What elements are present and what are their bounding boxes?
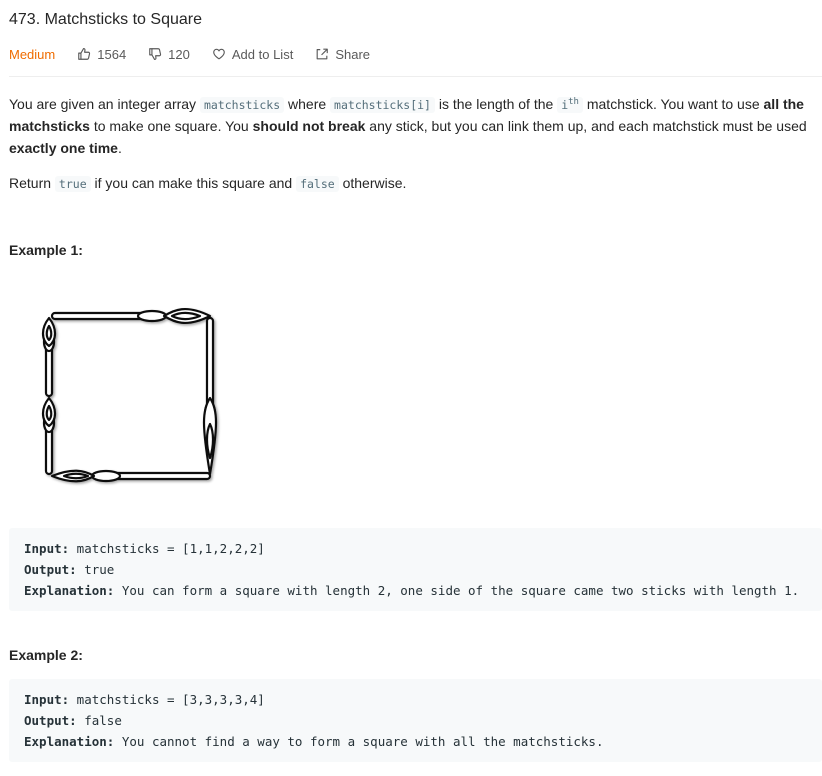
header-divider	[9, 76, 822, 77]
thumbs-down-icon	[149, 48, 162, 60]
dislike-count: 120	[168, 46, 190, 62]
description-paragraph-1: You are given an integer array matchstic…	[9, 95, 807, 156]
example-2-code-block: Input: matchsticks = [3,3,3,3,4] Output:…	[9, 679, 822, 762]
share-label: Share	[335, 46, 371, 62]
example-1-code-block: Input: matchsticks = [1,1,2,2,2] Output:…	[9, 528, 822, 611]
inline-code: true	[54, 176, 91, 193]
matchstick-top	[50, 308, 212, 324]
inline-code: false	[296, 176, 339, 193]
share-button[interactable]: Share	[315, 47, 370, 62]
matchstick-bottom	[50, 469, 212, 483]
matchstick-left-lower	[41, 396, 57, 476]
problem-description: You are given an integer array matchstic…	[9, 92, 819, 210]
matchsticks-square-illustration	[41, 308, 218, 483]
description-paragraph-2: Return true if you can make this square …	[9, 175, 407, 193]
dislike-button[interactable]: 120	[148, 47, 190, 62]
heart-icon	[213, 48, 225, 60]
matchstick-left-upper	[41, 316, 57, 398]
inline-code: matchsticks[i]	[330, 96, 435, 113]
thumbs-up-icon	[78, 48, 91, 60]
add-to-list-button[interactable]: Add to List	[212, 47, 293, 62]
problem-meta-bar: Medium 1564 120 Add to List Share	[9, 45, 392, 63]
matchstick-right	[202, 316, 218, 476]
inline-code: matchsticks	[199, 96, 285, 113]
share-icon	[316, 48, 329, 60]
inline-code: ith	[557, 96, 583, 113]
example-2-title: Example 2:	[9, 647, 83, 663]
difficulty-badge: Medium	[9, 46, 56, 62]
add-to-list-label: Add to List	[231, 46, 294, 62]
like-button[interactable]: 1564	[77, 47, 126, 62]
like-count: 1564	[97, 46, 127, 62]
example-1-title: Example 1:	[9, 242, 83, 258]
problem-title: 473. Matchsticks to Square	[9, 11, 202, 28]
